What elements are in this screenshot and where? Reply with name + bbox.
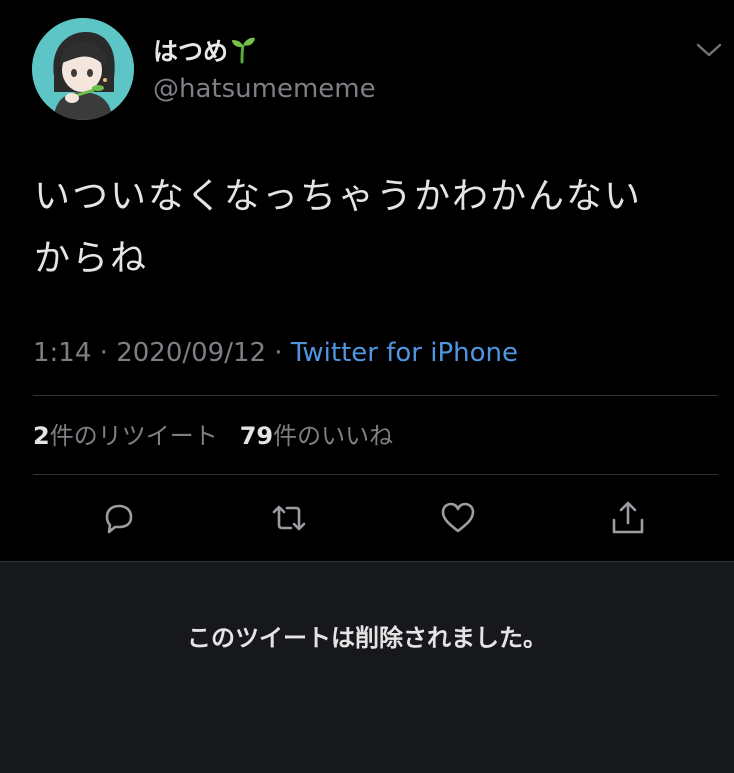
- tweet-source-link[interactable]: Twitter for iPhone: [291, 338, 518, 368]
- avatar-illustration: [32, 18, 134, 120]
- divider: [33, 395, 718, 396]
- meta-separator: ·: [266, 338, 291, 368]
- user-handle[interactable]: @hatsumememe: [153, 74, 376, 104]
- retweet-label: 件のリツイート: [49, 422, 218, 450]
- meta-separator: ·: [91, 338, 117, 368]
- share-icon[interactable]: [608, 498, 648, 538]
- tweet-text-line-1: いついなくなっちゃうかわかんない: [34, 176, 643, 217]
- retweet-icon[interactable]: [269, 498, 309, 538]
- display-name[interactable]: はつめ: [153, 36, 256, 71]
- like-stat[interactable]: 79件のいいね: [240, 422, 393, 450]
- tweet-detail-screen: はつめ @hatsumememe いついなくなっちゃうかわかんない からね 1:…: [0, 0, 734, 773]
- display-name-text: はつめ: [153, 37, 229, 66]
- like-count: 79: [239, 422, 274, 450]
- retweet-count: 2: [33, 422, 50, 450]
- avatar[interactable]: [32, 18, 134, 120]
- deleted-notice-panel: このツイートは削除されました。: [0, 561, 734, 773]
- divider: [33, 474, 718, 475]
- reply-icon[interactable]: [99, 498, 139, 538]
- sprout-icon: [230, 36, 256, 71]
- tweet-time: 1:14: [33, 338, 92, 368]
- retweet-stat[interactable]: 2件のリツイート: [33, 422, 218, 450]
- tweet-text: いついなくなっちゃうかわかんない からね: [34, 166, 704, 290]
- like-icon[interactable]: [438, 498, 478, 538]
- chevron-down-icon[interactable]: [696, 40, 722, 60]
- deleted-notice-text: このツイートは削除されました。: [187, 624, 547, 652]
- like-label: 件のいいね: [273, 422, 394, 450]
- tweet-date: 2020/09/12: [116, 338, 267, 368]
- tweet-text-line-2: からね: [34, 238, 149, 279]
- tweet-meta: 1:14 · 2020/09/12 · Twitter for iPhone: [33, 336, 518, 370]
- tweet-stats: 2件のリツイート 79件のいいね: [33, 420, 393, 452]
